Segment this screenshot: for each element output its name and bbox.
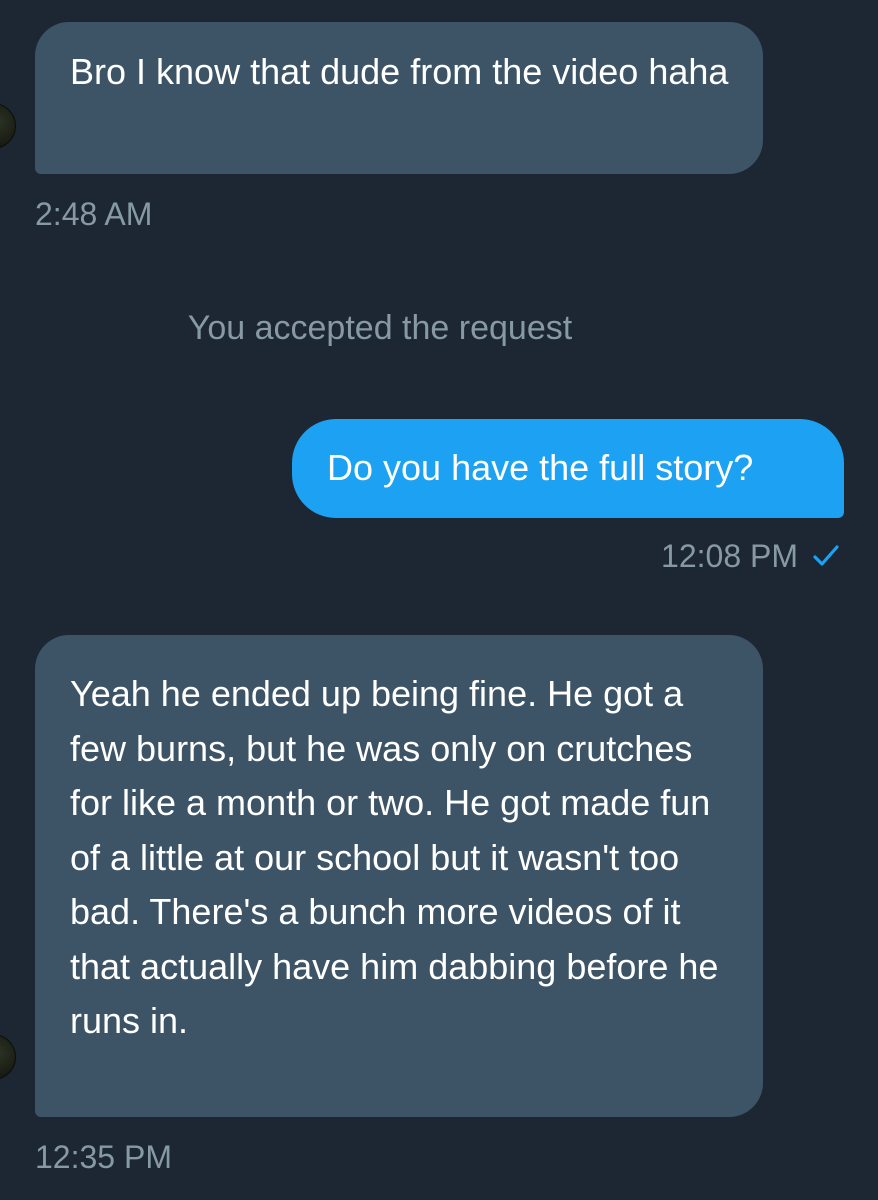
dm-conversation: Bro I know that dude from the video haha… [0, 0, 878, 1200]
message-timestamp: 12:35 PM [35, 1139, 172, 1175]
message-text: Yeah he ended up being fine. He got a fe… [70, 673, 719, 1041]
message-text: Do you have the full story? [327, 447, 754, 488]
system-notice: You accepted the request [187, 309, 573, 347]
checkmark-icon [812, 539, 840, 579]
message-timestamp: 2:48 AM [35, 196, 153, 232]
message-timestamp: 12:08 PM [661, 538, 798, 574]
message-text: Bro I know that dude from the video haha [70, 51, 729, 92]
message-status-row: 12:08 PM [661, 536, 840, 579]
outgoing-message-bubble[interactable]: Do you have the full story? [292, 419, 844, 518]
sender-avatar[interactable] [0, 1034, 16, 1080]
incoming-message-bubble[interactable]: Bro I know that dude from the video haha [35, 22, 763, 174]
sender-avatar[interactable] [0, 103, 16, 149]
incoming-message-bubble[interactable]: Yeah he ended up being fine. He got a fe… [35, 635, 763, 1117]
